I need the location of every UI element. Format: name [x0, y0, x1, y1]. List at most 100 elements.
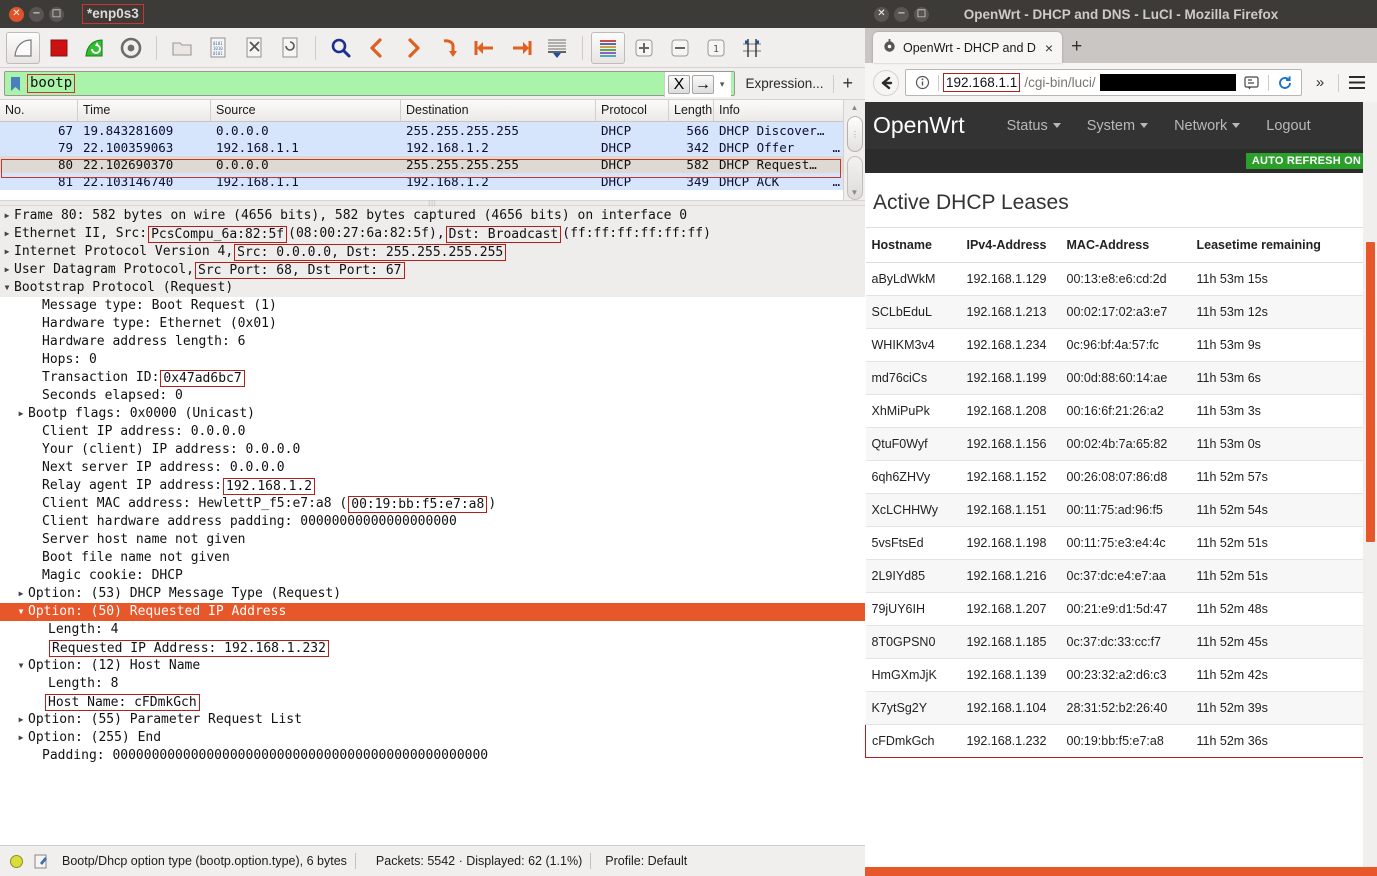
page-info-icon[interactable]	[910, 71, 934, 95]
zoom-in-icon[interactable]	[627, 32, 661, 64]
resize-columns-icon[interactable]	[735, 32, 769, 64]
column-header-no[interactable]: No.	[0, 100, 78, 121]
packet-list-scrollbar[interactable]: ▲ ⋮ ▼	[843, 100, 865, 200]
packet-list[interactable]: No. Time Source Destination Protocol Len…	[0, 100, 865, 200]
table-row[interactable]: 79 22.100359063 192.168.1.1 192.168.1.2 …	[0, 139, 865, 156]
column-header-protocol[interactable]: Protocol	[596, 100, 669, 121]
detail-row-field[interactable]: Hardware address length: 6	[0, 333, 865, 351]
hamburger-menu-icon[interactable]	[1345, 71, 1369, 95]
save-file-icon[interactable]: 0101 1010 0101	[201, 32, 235, 64]
scroll-up-icon[interactable]: ▲	[844, 100, 865, 115]
overflow-menu-button[interactable]: »	[1308, 71, 1332, 95]
go-to-packet-icon[interactable]	[432, 32, 466, 64]
restart-capture-icon[interactable]	[78, 32, 112, 64]
page-scrollbar[interactable]	[1363, 102, 1377, 876]
go-back-icon[interactable]	[360, 32, 394, 64]
display-filter-input[interactable]: bootp X → ▾	[4, 71, 736, 97]
colorize-icon[interactable]	[591, 31, 625, 64]
column-header-time[interactable]: Time	[78, 100, 211, 121]
collapse-triangle-icon[interactable]: ▼	[14, 657, 28, 675]
add-filter-button[interactable]: +	[834, 73, 861, 94]
go-forward-icon[interactable]	[396, 32, 430, 64]
close-icon[interactable]: ✕	[9, 6, 24, 22]
detail-row-field[interactable]: Your (client) IP address: 0.0.0.0	[0, 441, 865, 459]
detail-row-bootp-flags[interactable]: ▶ Bootp flags: 0x0000 (Unicast)	[0, 405, 865, 423]
expand-triangle-icon[interactable]: ▶	[0, 243, 14, 261]
detail-row-field[interactable]: Message type: Boot Request (1)	[0, 297, 865, 315]
close-tab-icon[interactable]: ×	[1042, 40, 1056, 56]
detail-row-option-55[interactable]: ▶ Option: (55) Parameter Request List	[0, 711, 865, 729]
reader-mode-icon[interactable]	[1240, 71, 1264, 95]
scrollbar-thumb[interactable]: ⋮	[847, 116, 863, 152]
detail-row-padding[interactable]: Padding: 0000000000000000000000000000000…	[0, 747, 865, 765]
detail-row-option-50-length[interactable]: Length: 4	[0, 621, 865, 639]
filter-expression-button[interactable]: Expression...	[735, 76, 833, 91]
detail-row-host-name[interactable]: Host Name: cFDmkGch	[0, 693, 865, 711]
scroll-down-icon[interactable]: ▼	[844, 185, 865, 200]
detail-row-option-53[interactable]: ▶ Option: (53) DHCP Message Type (Request…	[0, 585, 865, 603]
minimize-icon[interactable]: −	[29, 6, 44, 22]
browser-tab[interactable]: OpenWrt - DHCP and D ×	[873, 32, 1063, 63]
detail-row-field[interactable]: Magic cookie: DHCP	[0, 567, 865, 585]
nav-item-network[interactable]: Network	[1164, 112, 1250, 140]
go-first-packet-icon[interactable]	[468, 32, 502, 64]
expand-triangle-icon[interactable]: ▶	[0, 225, 14, 243]
table-row-selected[interactable]: 80 22.102690370 0.0.0.0 255.255.255.255 …	[0, 156, 865, 173]
detail-row-bootp[interactable]: ▼ Bootstrap Protocol (Request)	[0, 279, 865, 297]
column-header-source[interactable]: Source	[211, 100, 401, 121]
start-capture-icon[interactable]	[6, 31, 40, 64]
expand-triangle-icon[interactable]: ▶	[14, 711, 28, 729]
detail-row-field[interactable]: Next server IP address: 0.0.0.0	[0, 459, 865, 477]
go-last-packet-icon[interactable]	[504, 32, 538, 64]
detail-row-option-12[interactable]: ▼ Option: (12) Host Name	[0, 657, 865, 675]
nav-item-status[interactable]: Status	[997, 112, 1071, 140]
filter-history-dropdown[interactable]: ▾	[716, 79, 729, 90]
table-row[interactable]: 81 22.103146740 192.168.1.1 192.168.1.2 …	[0, 173, 865, 190]
nav-item-system[interactable]: System	[1077, 112, 1158, 140]
detail-row-udp[interactable]: ▶ User Datagram Protocol, Src Port: 68, …	[0, 261, 865, 279]
clear-filter-button[interactable]: X	[667, 75, 690, 94]
stop-capture-icon[interactable]	[42, 32, 76, 64]
detail-row-ethernet[interactable]: ▶ Ethernet II, Src: PcsCompu_6a:82:5f (0…	[0, 225, 865, 243]
auto-refresh-badge[interactable]: AUTO REFRESH ON	[1245, 153, 1367, 169]
expand-triangle-icon[interactable]: ▶	[14, 729, 28, 747]
collapse-triangle-icon[interactable]: ▼	[0, 279, 14, 297]
detail-row-relay-agent[interactable]: Relay agent IP address: 192.168.1.2	[0, 477, 865, 495]
detail-row-option-50[interactable]: ▼ Option: (50) Requested IP Address	[0, 603, 865, 621]
url-bar[interactable]: 192.168.1.1 /cgi-bin/luci/	[905, 69, 1302, 96]
detail-row-option-255[interactable]: ▶ Option: (255) End	[0, 729, 865, 747]
collapse-triangle-icon[interactable]: ▼	[14, 603, 28, 621]
open-file-icon[interactable]	[165, 32, 199, 64]
maximize-icon[interactable]: □	[49, 6, 64, 22]
expand-triangle-icon[interactable]: ▶	[0, 261, 14, 279]
reload-icon[interactable]	[1273, 71, 1297, 95]
expand-triangle-icon[interactable]: ▶	[14, 405, 28, 423]
pane-splitter[interactable]: |||	[0, 200, 865, 207]
detail-row-option-12-length[interactable]: Length: 8	[0, 675, 865, 693]
close-file-icon[interactable]	[237, 32, 271, 64]
detail-row-field[interactable]: Client hardware address padding: 0000000…	[0, 513, 865, 531]
detail-row-field[interactable]: Seconds elapsed: 0	[0, 387, 865, 405]
zoom-out-icon[interactable]	[663, 32, 697, 64]
detail-row-field[interactable]: Server host name not given	[0, 531, 865, 549]
status-profile[interactable]: Profile: Default	[605, 854, 687, 868]
detail-row-ip[interactable]: ▶ Internet Protocol Version 4, Src: 0.0.…	[0, 243, 865, 261]
expert-info-icon[interactable]	[7, 852, 25, 870]
new-tab-button[interactable]: +	[1071, 36, 1082, 63]
detail-row-field[interactable]: Boot file name not given	[0, 549, 865, 567]
expand-triangle-icon[interactable]: ▶	[0, 207, 14, 225]
detail-row-field[interactable]: Client IP address: 0.0.0.0	[0, 423, 865, 441]
packet-detail-tree[interactable]: ▶ Frame 80: 582 bytes on wire (4656 bits…	[0, 207, 865, 845]
apply-filter-button[interactable]: →	[691, 75, 714, 94]
detail-row-client-mac[interactable]: Client MAC address: HewlettP_f5:e7:a8 (0…	[0, 495, 865, 513]
capture-file-properties-icon[interactable]	[32, 852, 50, 870]
bookmark-icon[interactable]	[5, 76, 25, 92]
column-header-length[interactable]: Length	[669, 100, 714, 121]
nav-item-logout[interactable]: Logout	[1256, 112, 1320, 140]
scrollbar-thumb[interactable]	[1366, 242, 1375, 542]
detail-row-frame[interactable]: ▶ Frame 80: 582 bytes on wire (4656 bits…	[0, 207, 865, 225]
luci-brand[interactable]: OpenWrt	[873, 112, 965, 139]
find-packet-icon[interactable]	[324, 32, 358, 64]
detail-row-requested-ip[interactable]: Requested IP Address: 192.168.1.232	[0, 639, 865, 657]
detail-row-field[interactable]: Hardware type: Ethernet (0x01)	[0, 315, 865, 333]
